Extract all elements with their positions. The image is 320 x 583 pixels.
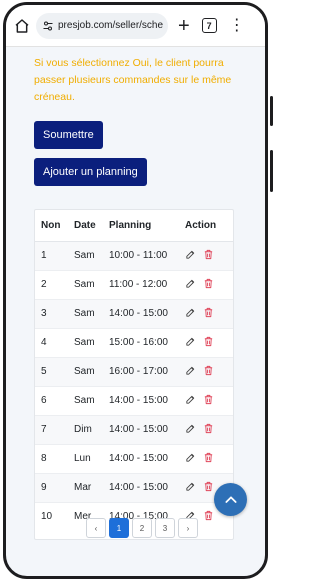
row-planning: 15:00 - 16:00	[103, 327, 179, 357]
row-planning: 16:00 - 17:00	[103, 356, 179, 386]
column-header-date: Date	[68, 210, 103, 242]
row-planning: 14:00 - 15:00	[103, 443, 179, 473]
row-number: 5	[35, 356, 68, 386]
pagination-prev[interactable]: ‹	[86, 518, 106, 538]
trash-icon[interactable]	[203, 481, 214, 495]
column-header-number: Non	[35, 210, 68, 242]
phone-frame: presjob.com/seller/sche + 7 ⋮ Si vous sé…	[3, 2, 268, 579]
row-actions	[179, 443, 233, 473]
browser-toolbar: presjob.com/seller/sche + 7 ⋮	[6, 5, 265, 47]
back-to-top-button[interactable]	[214, 483, 247, 516]
table-row: 4 Sam 15:00 - 16:00	[35, 327, 233, 357]
power-button	[270, 150, 273, 192]
edit-icon[interactable]	[185, 307, 196, 321]
chevron-up-icon	[224, 495, 237, 503]
row-planning: 11:00 - 12:00	[103, 269, 179, 299]
row-actions	[179, 356, 233, 386]
row-date: Sam	[68, 356, 103, 386]
trash-icon[interactable]	[203, 249, 214, 263]
trash-icon[interactable]	[203, 307, 214, 321]
row-number: 10	[35, 501, 68, 531]
page-3-button[interactable]: 3	[155, 518, 175, 538]
pagination: ‹ 1 2 3 ›	[86, 518, 198, 538]
edit-icon[interactable]	[185, 481, 196, 495]
row-number: 8	[35, 443, 68, 473]
table-row: 5 Sam 16:00 - 17:00	[35, 356, 233, 386]
row-planning: 10:00 - 11:00	[103, 240, 179, 270]
table-row: 6 Sam 14:00 - 15:00	[35, 385, 233, 415]
row-date: Lun	[68, 443, 103, 473]
row-planning: 14:00 - 15:00	[103, 414, 179, 444]
trash-icon[interactable]	[203, 394, 214, 408]
home-icon[interactable]	[14, 18, 30, 34]
row-actions	[179, 269, 233, 299]
table-row: 9 Mar 14:00 - 15:00	[35, 472, 233, 502]
submit-button[interactable]: Soumettre	[34, 121, 103, 149]
row-date: Sam	[68, 298, 103, 328]
row-actions	[179, 385, 233, 415]
row-date: Mar	[68, 472, 103, 502]
table-row: 3 Sam 14:00 - 15:00	[35, 298, 233, 328]
row-planning: 14:00 - 15:00	[103, 472, 179, 502]
plus-icon[interactable]: +	[178, 16, 190, 36]
tune-icon[interactable]	[42, 20, 54, 32]
edit-icon[interactable]	[185, 423, 196, 437]
row-actions	[179, 327, 233, 357]
row-number: 9	[35, 472, 68, 502]
row-date: Sam	[68, 385, 103, 415]
row-number: 3	[35, 298, 68, 328]
trash-icon[interactable]	[203, 452, 214, 466]
page-2-button[interactable]: 2	[132, 518, 152, 538]
url-text: presjob.com/seller/sche	[58, 20, 164, 31]
row-planning: 14:00 - 15:00	[103, 298, 179, 328]
column-header-planning: Planning	[103, 210, 179, 242]
row-date: Sam	[68, 327, 103, 357]
row-actions	[179, 298, 233, 328]
edit-icon[interactable]	[185, 249, 196, 263]
edit-icon[interactable]	[185, 452, 196, 466]
url-bar[interactable]: presjob.com/seller/sche	[36, 12, 168, 39]
page-1-button[interactable]: 1	[109, 518, 129, 538]
pagination-next[interactable]: ›	[178, 518, 198, 538]
edit-icon[interactable]	[185, 365, 196, 379]
row-number: 2	[35, 269, 68, 299]
schedule-table: Non Date Planning Action 1 Sam 10:00 - 11:…	[35, 210, 233, 531]
row-actions	[179, 414, 233, 444]
row-number: 1	[35, 240, 68, 270]
edit-icon[interactable]	[185, 278, 196, 292]
trash-icon[interactable]	[203, 278, 214, 292]
table-row: 2 Sam 11:00 - 12:00	[35, 269, 233, 299]
row-planning: 14:00 - 15:00	[103, 385, 179, 415]
trash-icon[interactable]	[203, 423, 214, 437]
row-date: Dim	[68, 414, 103, 444]
add-schedule-button[interactable]: Ajouter un planning	[34, 158, 147, 186]
row-number: 7	[35, 414, 68, 444]
tab-count-button[interactable]: 7	[201, 18, 217, 33]
row-actions	[179, 240, 233, 270]
table-row: 1 Sam 10:00 - 11:00	[35, 240, 233, 270]
volume-button	[270, 96, 273, 126]
schedule-card: Non Date Planning Action 1 Sam 10:00 - 11:…	[34, 209, 234, 540]
trash-icon[interactable]	[203, 336, 214, 350]
row-date: Sam	[68, 240, 103, 270]
table-header-row: Non Date Planning Action	[35, 210, 233, 242]
edit-icon[interactable]	[185, 394, 196, 408]
row-date: Sam	[68, 269, 103, 299]
more-vert-icon[interactable]: ⋮	[229, 17, 245, 34]
trash-icon[interactable]	[203, 365, 214, 379]
table-row: 8 Lun 14:00 - 15:00	[35, 443, 233, 473]
trash-icon[interactable]	[203, 510, 214, 524]
row-number: 6	[35, 385, 68, 415]
row-number: 4	[35, 327, 68, 357]
edit-icon[interactable]	[185, 336, 196, 350]
column-header-action: Action	[179, 210, 233, 242]
multi-order-notice: Si vous sélectionnez Oui, le client pour…	[34, 57, 232, 103]
table-row: 7 Dim 14:00 - 15:00	[35, 414, 233, 444]
